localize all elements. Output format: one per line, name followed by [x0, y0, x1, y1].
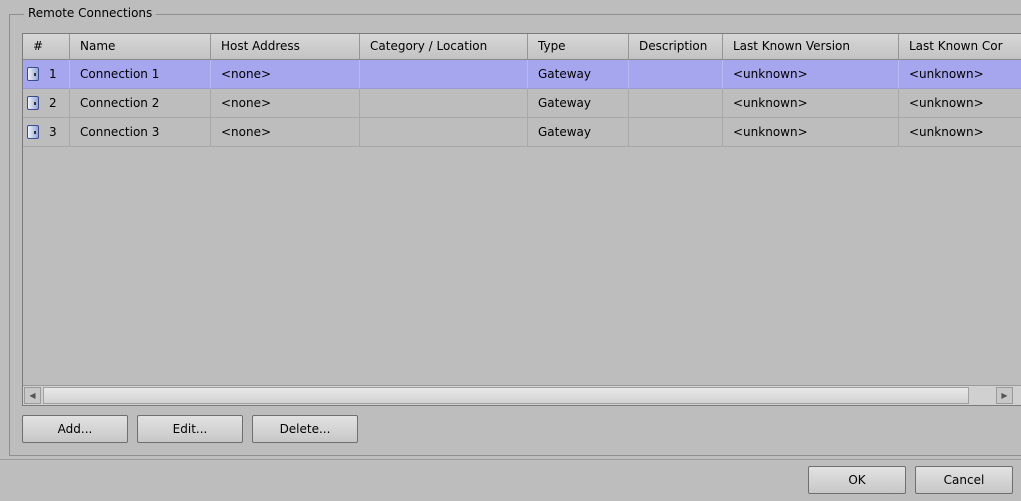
delete-button-label: Delete... — [279, 422, 331, 436]
version-cell: <unknown> — [723, 60, 899, 89]
row-number: 2 — [49, 96, 57, 110]
cancel-button-label: Cancel — [943, 473, 985, 487]
type-cell: Gateway — [528, 60, 629, 89]
scrollbar-thumb[interactable] — [43, 387, 969, 404]
row-number: 3 — [49, 125, 57, 139]
table-row[interactable]: 2 Connection 2 <none> Gateway <unknown> … — [23, 89, 1021, 118]
group-title: Remote Connections — [24, 6, 157, 20]
add-button-label: Add... — [57, 422, 93, 436]
scroll-right-arrow-icon[interactable]: ▶ — [996, 387, 1013, 404]
type-cell: Gateway — [528, 118, 629, 147]
host-address-cell: <none> — [211, 118, 360, 147]
column-header-last-known-version[interactable]: Last Known Version — [723, 34, 899, 59]
ok-button-label: OK — [848, 473, 866, 487]
device-icon — [27, 96, 39, 110]
column-header-host-address[interactable]: Host Address — [211, 34, 360, 59]
table-row[interactable]: 1 Connection 1 <none> Gateway <unknown> … — [23, 60, 1021, 89]
column-header-type[interactable]: Type — [528, 34, 629, 59]
description-cell — [629, 60, 723, 89]
category-cell — [360, 89, 528, 118]
row-number-cell: 3 — [23, 118, 70, 147]
version-cell: <unknown> — [723, 118, 899, 147]
category-cell — [360, 118, 528, 147]
column-header-name[interactable]: Name — [70, 34, 211, 59]
column-header-description[interactable]: Description — [629, 34, 723, 59]
add-button[interactable]: Add... — [22, 415, 128, 443]
footer-divider — [0, 459, 1021, 460]
version-cell: <unknown> — [723, 89, 899, 118]
description-cell — [629, 118, 723, 147]
column-header-number[interactable]: # — [23, 34, 70, 59]
ok-button[interactable]: OK — [808, 466, 906, 494]
last-known-cell: <unknown> — [899, 89, 1021, 118]
type-cell: Gateway — [528, 89, 629, 118]
row-number: 1 — [49, 67, 57, 81]
edit-button[interactable]: Edit... — [137, 415, 243, 443]
column-header-category-location[interactable]: Category / Location — [360, 34, 528, 59]
row-number-cell: 2 — [23, 89, 70, 118]
name-cell: Connection 3 — [70, 118, 211, 147]
name-cell: Connection 2 — [70, 89, 211, 118]
device-icon — [27, 125, 39, 139]
last-known-cell: <unknown> — [899, 118, 1021, 147]
description-cell — [629, 89, 723, 118]
host-address-cell: <none> — [211, 60, 360, 89]
last-known-cell: <unknown> — [899, 60, 1021, 89]
row-number-cell: 1 — [23, 60, 70, 89]
host-address-cell: <none> — [211, 89, 360, 118]
connections-table[interactable]: # Name Host Address Category / Location … — [22, 33, 1021, 406]
device-icon — [27, 67, 39, 81]
name-cell: Connection 1 — [70, 60, 211, 89]
table-header: # Name Host Address Category / Location … — [23, 34, 1021, 60]
cancel-button[interactable]: Cancel — [915, 466, 1013, 494]
scroll-left-arrow-icon[interactable]: ◀ — [24, 387, 41, 404]
horizontal-scrollbar[interactable]: ◀ ▶ — [23, 385, 1021, 405]
delete-button[interactable]: Delete... — [252, 415, 358, 443]
edit-button-label: Edit... — [172, 422, 208, 436]
column-header-last-known-cor[interactable]: Last Known Cor — [899, 34, 1021, 59]
category-cell — [360, 60, 528, 89]
table-row[interactable]: 3 Connection 3 <none> Gateway <unknown> … — [23, 118, 1021, 147]
